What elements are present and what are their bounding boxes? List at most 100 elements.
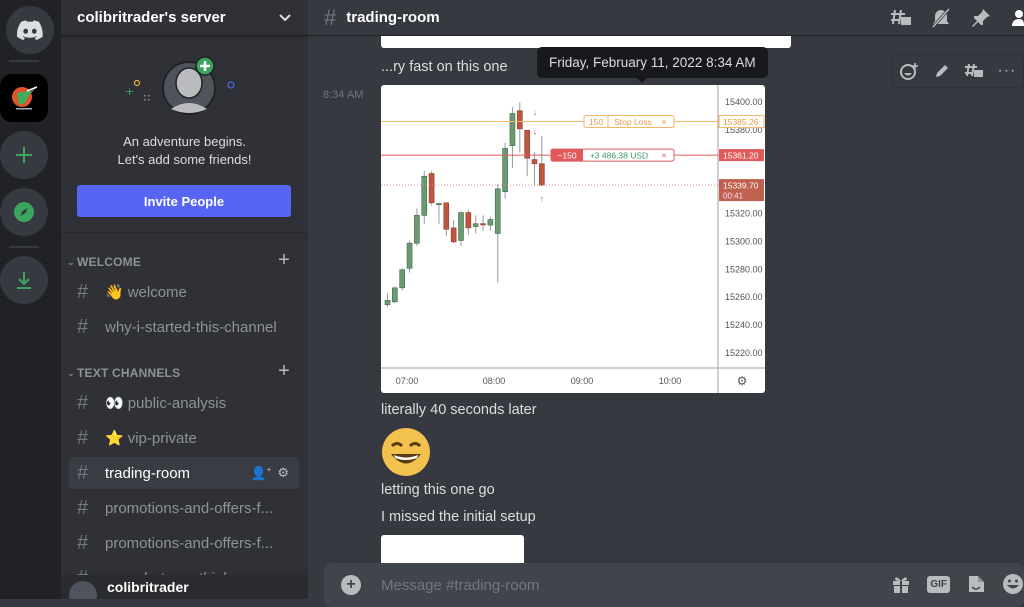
channel-trading-room[interactable]: # trading-room 👤+ ⚙ [69, 457, 299, 489]
category-welcome[interactable]: ⌄ WELCOME + [61, 249, 308, 272]
message-input[interactable]: Message #trading-room [381, 577, 539, 594]
add-reaction-icon[interactable] [899, 62, 920, 80]
plus-icon [16, 147, 32, 163]
category-text-channels[interactable]: ⌄ TEXT CHANNELS + [61, 360, 308, 383]
candle-body [428, 173, 435, 204]
channel-promotions-and-offers-1[interactable]: # promotions-and-offers-f... [69, 492, 299, 524]
position-qty: −150 [557, 151, 576, 161]
gift-icon[interactable] [891, 574, 911, 594]
threads-icon[interactable] [890, 8, 912, 28]
candle-body [517, 110, 523, 130]
rail-separator [9, 246, 39, 248]
server-colibritrader[interactable] [0, 74, 48, 122]
sticker-icon[interactable] [966, 574, 986, 594]
server-header[interactable]: colibritrader's server [61, 0, 308, 36]
candle-body [436, 203, 442, 205]
more-icon[interactable]: ··· [997, 62, 1016, 80]
x-tick-label: 08:00 [483, 376, 506, 386]
message-text: I missed the initial setup [381, 509, 536, 525]
channel-vip-private[interactable]: # ⭐ vip-private [69, 422, 299, 454]
create-channel-icon[interactable]: + [278, 360, 290, 383]
channel-name: welcome [127, 283, 187, 301]
channel-header: # trading-room [308, 0, 1024, 36]
channel-public-analysis[interactable]: # 👀 public-analysis [69, 387, 299, 419]
chart-settings-icon: ⚙ [737, 374, 748, 388]
composer-tools: GIF [891, 573, 1024, 595]
candle-body [384, 300, 391, 305]
channel-emoji: 👀 [105, 395, 124, 412]
candle-body [414, 215, 420, 244]
hashtag-icon: # [77, 280, 89, 303]
avatar[interactable] [69, 581, 97, 599]
locked-hashtag-icon: # [77, 496, 89, 519]
candle-body [487, 219, 494, 226]
candle-body [465, 212, 472, 229]
channel-name: trading-room [105, 464, 191, 482]
y-tick-label: 15280.00 [725, 264, 763, 274]
download-icon [17, 272, 31, 289]
home-button[interactable] [6, 6, 54, 54]
stop-loss-close-icon: × [661, 117, 666, 127]
invite-people-button[interactable]: Invite People [77, 185, 291, 217]
candle-body [472, 223, 479, 227]
candle-body [399, 269, 406, 289]
channel-promotions-and-offers-2[interactable]: # promotions-and-offers-f... [69, 527, 299, 559]
x-tick-label: 07:00 [396, 376, 419, 386]
server-name: colibritrader's server [77, 9, 226, 26]
message-text: ...ry fast on this one [381, 59, 508, 75]
server-logo-icon [12, 86, 38, 110]
buy-arrow-icon: ↑ [540, 195, 544, 204]
candle-body [524, 129, 530, 159]
upload-plus-icon[interactable]: + [341, 575, 361, 595]
thread-icon[interactable] [964, 62, 984, 80]
invite-line-1: An adventure begins. [123, 134, 246, 149]
hashtag-icon: # [77, 531, 89, 554]
hashtag-icon: # [77, 426, 89, 449]
mute-icon[interactable] [930, 8, 952, 28]
edit-icon[interactable] [933, 62, 951, 80]
pin-icon[interactable] [970, 8, 992, 28]
candle-body [421, 176, 428, 216]
channel-name: promotions-and-offers-f... [105, 534, 274, 552]
message-text: letting this one go [381, 482, 495, 498]
message-composer: + Message #trading-room GIF [324, 563, 1024, 607]
category-label: TEXT CHANNELS [77, 366, 181, 380]
candle-body [392, 287, 398, 303]
channel-name: promotions-and-offers-f... [105, 499, 274, 517]
discord-logo-icon [17, 20, 43, 40]
chart-image-attachment[interactable]: 15400.00 15380.00 15320.00 15300.00 15280.00… [381, 85, 765, 393]
x-tick-label: 10:00 [659, 376, 682, 386]
compass-icon [14, 202, 34, 222]
download-apps-button[interactable] [0, 256, 48, 304]
candle-body [406, 242, 413, 269]
channel-name: public-analysis [127, 394, 227, 412]
channel-welcome[interactable]: # 👋 welcome [69, 276, 299, 308]
message-hover-toolbar: ··· [892, 54, 1024, 88]
channel-title: trading-room [346, 9, 440, 26]
candle-body [458, 212, 464, 241]
create-channel-icon[interactable]: + [278, 249, 290, 272]
channel-why-i-started-this-channel[interactable]: # why-i-started-this-channel [69, 311, 299, 343]
gif-button[interactable]: GIF [927, 575, 950, 593]
message-timestamp[interactable]: 8:34 AM [323, 89, 363, 101]
candle-body [531, 159, 538, 165]
user-panel: colibritrader [61, 575, 308, 599]
create-invite-icon[interactable]: 👤+ [250, 465, 271, 481]
candle-body [539, 163, 545, 186]
members-icon[interactable] [1010, 8, 1024, 28]
explore-servers-button[interactable] [0, 188, 48, 236]
invite-line-2: Let's add some friends! [117, 152, 252, 167]
position-close-icon: × [661, 151, 666, 161]
svg-text:+: + [125, 85, 134, 98]
candle-body [443, 202, 450, 230]
hashtag-icon: # [77, 391, 89, 414]
gear-icon[interactable]: ⚙ [277, 465, 289, 481]
candle-body [480, 223, 486, 226]
stop-loss-price: 15385.26 [723, 117, 759, 127]
chevron-down-icon: ⌄ [67, 367, 75, 378]
chat-area: # trading-room ...ry fast on this one 8:… [308, 0, 1024, 607]
emoji-picker-icon[interactable] [1002, 573, 1024, 595]
add-server-button[interactable] [0, 131, 48, 179]
rail-separator [9, 60, 39, 62]
chevron-down-icon[interactable] [278, 13, 292, 23]
